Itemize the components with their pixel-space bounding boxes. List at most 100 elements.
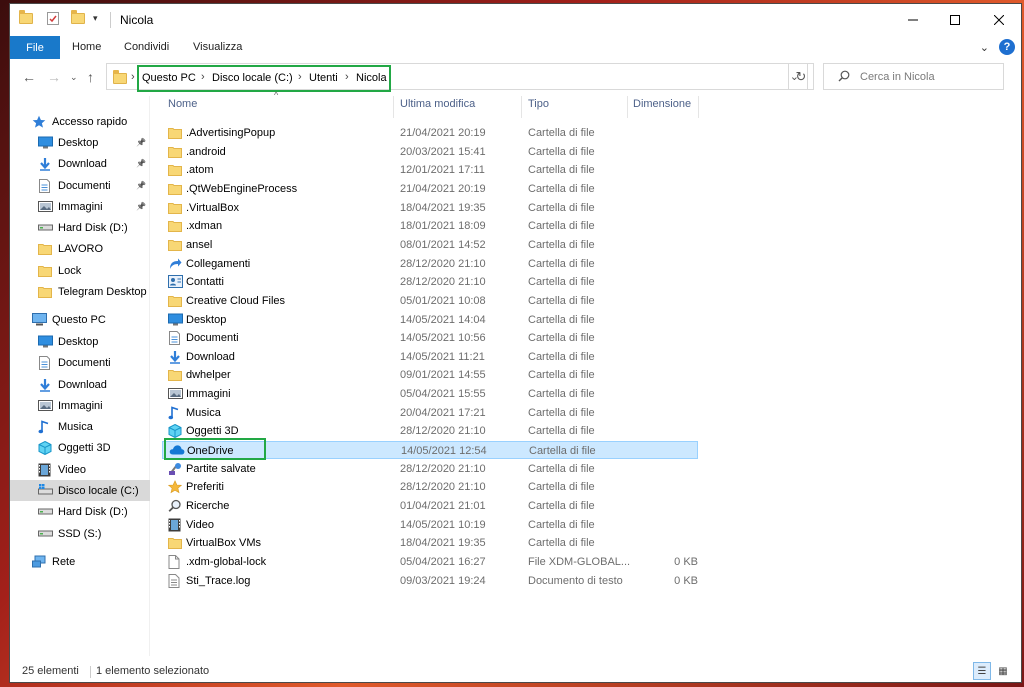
file-name: Contatti	[186, 276, 224, 288]
file-name: Download	[186, 351, 235, 363]
properties-icon[interactable]	[47, 12, 59, 25]
file-row[interactable]: Contatti 28/12/2020 21:10 Cartella di file	[162, 273, 698, 291]
column-header-size[interactable]: Dimensione	[633, 98, 691, 120]
file-row[interactable]: Download 14/05/2021 11:21 Cartella di file	[162, 348, 698, 366]
file-date: 05/04/2021 15:55	[400, 388, 486, 400]
file-row[interactable]: .atom 12/01/2021 17:11 Cartella di file	[162, 161, 698, 179]
link-icon	[168, 257, 182, 271]
chevron-right-icon[interactable]: ›	[298, 71, 302, 83]
drive-icon	[38, 221, 54, 235]
details-view-button[interactable]: ☰	[973, 662, 991, 680]
file-row[interactable]: .xdm-global-lock 05/04/2021 16:27 File XDM…	[162, 553, 698, 571]
tab-home[interactable]: Home	[72, 41, 101, 53]
file-row[interactable]: .QtWebEngineProcess 21/04/2021 20:19 Carte…	[162, 180, 698, 198]
refresh-button[interactable]: ↻	[788, 63, 814, 90]
file-row[interactable]: Documenti 14/05/2021 10:56 Cartella di fil…	[162, 329, 698, 347]
column-divider[interactable]	[521, 96, 522, 118]
sidebar-item-immagini[interactable]: Immagini	[10, 395, 150, 416]
file-date: 09/03/2021 19:24	[400, 575, 486, 587]
file-row[interactable]: .AdvertisingPopup 21/04/2021 20:19 Cartell…	[162, 124, 698, 142]
column-divider[interactable]	[627, 96, 628, 118]
breadcrumb-utenti[interactable]: Utenti	[309, 72, 338, 84]
file-row[interactable]: Desktop 14/05/2021 14:04 Cartella di file	[162, 311, 698, 329]
onedrive-highlight	[164, 438, 266, 460]
column-divider[interactable]	[698, 96, 699, 118]
tab-condividi[interactable]: Condividi	[124, 41, 169, 53]
up-arrow-icon[interactable]: ↑	[87, 69, 94, 85]
window-title: Nicola	[120, 13, 154, 27]
breadcrumb-questo-pc[interactable]: Questo PC	[142, 72, 196, 84]
expand-ribbon-icon[interactable]: ⌄	[980, 41, 989, 54]
sidebar-item-desktop[interactable]: Desktop 📌	[10, 132, 150, 153]
minimize-button[interactable]	[890, 4, 936, 36]
file-row[interactable]: Immagini 05/04/2021 15:55 Cartella di file	[162, 385, 698, 403]
file-row[interactable]: ansel 08/01/2021 14:52 Cartella di file	[162, 236, 698, 254]
tab-file[interactable]: File	[10, 36, 60, 59]
sidebar-item-ssd-s[interactable]: SSD (S:)	[10, 523, 150, 544]
large-icons-view-icon: ▦	[998, 665, 1008, 677]
column-header-type[interactable]: Tipo	[528, 98, 549, 120]
pin-icon: 📌	[136, 181, 146, 190]
sidebar-item-questo-pc[interactable]: Questo PC	[10, 309, 150, 330]
close-button[interactable]	[976, 4, 1021, 36]
tab-visualizza[interactable]: Visualizza	[193, 41, 242, 53]
file-row[interactable]: Preferiti 28/12/2020 21:10 Cartella di fil…	[162, 478, 698, 496]
breadcrumb-nicola[interactable]: Nicola	[356, 72, 387, 84]
sidebar-item-disco-locale-c[interactable]: Disco locale (C:)	[10, 480, 150, 501]
help-icon[interactable]: ?	[999, 39, 1015, 55]
sidebar-item-video[interactable]: Video	[10, 459, 150, 480]
file-row[interactable]: Musica 20/04/2021 17:21 Cartella di file	[162, 404, 698, 422]
forward-arrow-icon[interactable]: →	[47, 69, 61, 85]
file-row[interactable]: .VirtualBox 18/04/2021 19:35 Cartella di f…	[162, 199, 698, 217]
file-date: 05/01/2021 10:08	[400, 295, 486, 307]
breadcrumb-disco-locale[interactable]: Disco locale (C:)	[212, 72, 293, 84]
sidebar-item-download[interactable]: Download	[10, 374, 150, 395]
sidebar-item-oggetti-3d[interactable]: Oggetti 3D	[10, 437, 150, 458]
file-date: 18/01/2021 18:09	[400, 220, 486, 232]
file-row[interactable]: Creative Cloud Files 05/01/2021 10:08 Cart…	[162, 292, 698, 310]
sidebar-item-label: Rete	[52, 555, 76, 568]
file-type: Cartella di file	[528, 183, 595, 195]
file-row[interactable]: Ricerche 01/04/2021 21:01 Cartella di file	[162, 497, 698, 515]
address-bar[interactable]: › Questo PC › Disco locale (C:) › Utenti…	[106, 63, 808, 92]
back-arrow-icon[interactable]: ←	[22, 69, 36, 85]
computer-icon	[32, 312, 48, 327]
sidebar-item-lavoro[interactable]: LAVORO	[10, 238, 150, 259]
sidebar-item-desktop[interactable]: Desktop	[10, 331, 150, 352]
sidebar-item-accesso-rapido[interactable]: Accesso rapido	[10, 111, 150, 132]
file-date: 01/04/2021 21:01	[400, 500, 486, 512]
customize-toolbar-icon[interactable]: ▾	[93, 13, 98, 24]
file-row[interactable]: Video 14/05/2021 10:19 Cartella di file	[162, 516, 698, 534]
sidebar-item-musica[interactable]: Musica	[10, 416, 150, 437]
sidebar-item-rete[interactable]: Rete	[10, 551, 150, 572]
file-row[interactable]: Partite salvate 28/12/2020 21:10 Cartella …	[162, 460, 698, 478]
sidebar-item-documenti[interactable]: Documenti 📌	[10, 175, 150, 196]
file-name: Preferiti	[186, 481, 224, 493]
new-folder-icon[interactable]	[71, 10, 85, 24]
sidebar-item-immagini[interactable]: Immagini 📌	[10, 196, 150, 217]
maximize-button[interactable]	[932, 4, 978, 36]
file-date: 20/04/2021 17:21	[400, 407, 486, 419]
chevron-right-icon[interactable]: ›	[201, 71, 205, 83]
column-header-name[interactable]: Nome	[168, 98, 197, 120]
file-row[interactable]: .xdman 18/01/2021 18:09 Cartella di file	[162, 217, 698, 235]
sidebar-item-telegram-desktop[interactable]: Telegram Desktop	[10, 281, 150, 302]
file-date: 28/12/2020 21:10	[400, 481, 486, 493]
sidebar-item-hard-disk-d[interactable]: Hard Disk (D:)	[10, 217, 150, 238]
file-name: .xdm-global-lock	[186, 556, 267, 568]
large-icons-view-button[interactable]: ▦	[994, 662, 1012, 680]
chevron-right-icon[interactable]: ›	[345, 71, 349, 83]
file-row[interactable]: Sti_Trace.log 09/03/2021 19:24 Documento d…	[162, 572, 698, 590]
sidebar-item-documenti[interactable]: Documenti	[10, 352, 150, 373]
file-row[interactable]: dwhelper 09/01/2021 14:55 Cartella di file	[162, 366, 698, 384]
sidebar-item-hard-disk-d[interactable]: Hard Disk (D:)	[10, 501, 150, 522]
column-divider[interactable]	[393, 96, 394, 118]
sidebar-item-download[interactable]: Download 📌	[10, 153, 150, 174]
column-header-date[interactable]: Ultima modifica	[400, 98, 475, 120]
search-input[interactable]: Cerca in Nicola	[823, 63, 1004, 90]
recent-locations-icon[interactable]: ⌄	[70, 72, 78, 83]
file-row[interactable]: .android 20/03/2021 15:41 Cartella di file	[162, 143, 698, 161]
file-row[interactable]: Collegamenti 28/12/2020 21:10 Cartella di …	[162, 255, 698, 273]
file-row[interactable]: VirtualBox VMs 18/04/2021 19:35 Cartella d…	[162, 534, 698, 552]
sidebar-item-lock[interactable]: Lock	[10, 260, 150, 281]
